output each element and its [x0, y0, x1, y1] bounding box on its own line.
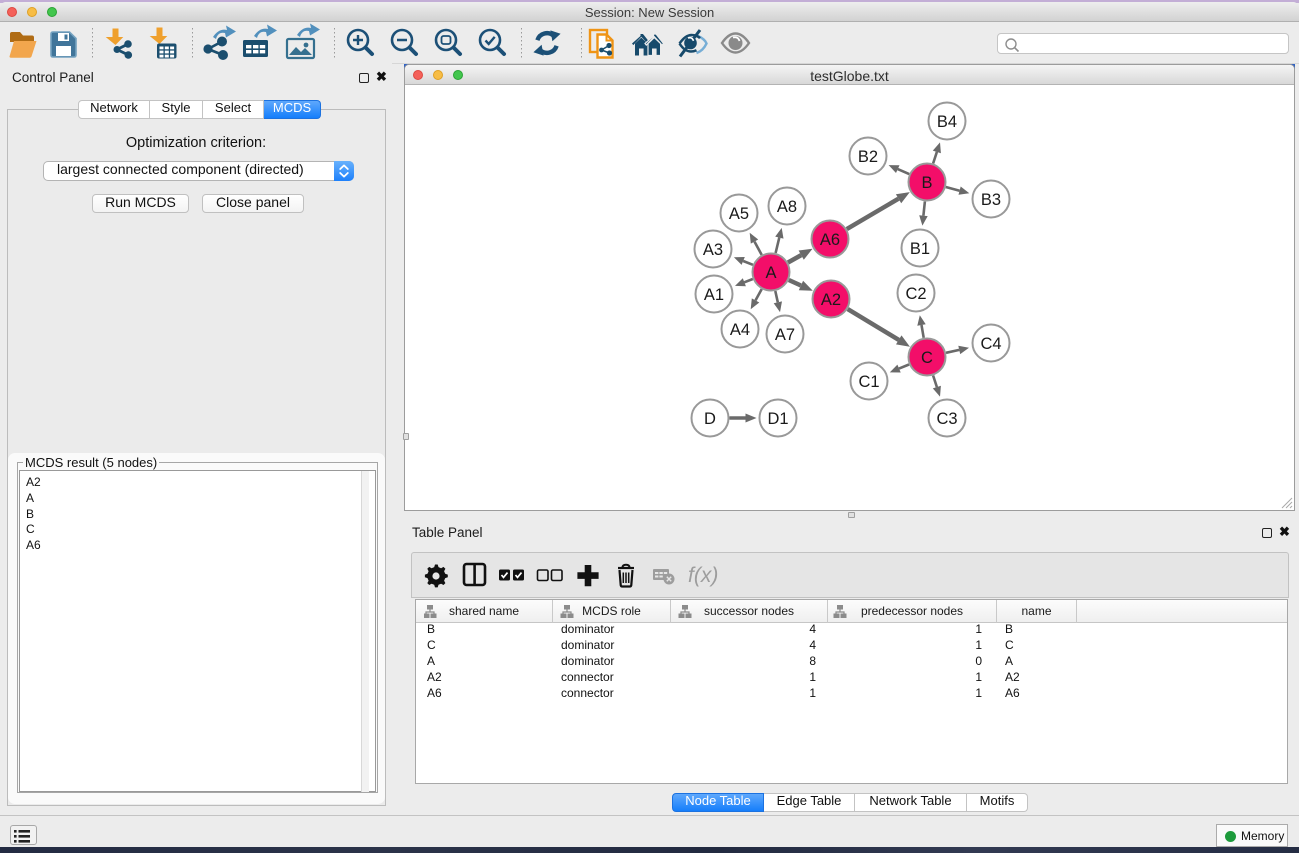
svg-text:C4: C4 [980, 335, 1001, 353]
svg-text:f(x): f(x) [688, 564, 718, 587]
svg-text:A8: A8 [777, 198, 797, 216]
svg-text:C: C [921, 349, 933, 367]
svg-text:A1: A1 [704, 286, 724, 304]
svg-text:D: D [704, 410, 716, 428]
svg-text:B4: B4 [937, 113, 957, 131]
svg-text:A: A [765, 264, 776, 282]
svg-text:C2: C2 [905, 285, 926, 303]
svg-text:D1: D1 [767, 410, 788, 428]
svg-text:B3: B3 [981, 191, 1001, 209]
svg-text:B2: B2 [858, 148, 878, 166]
svg-text:B: B [921, 174, 932, 192]
svg-text:A6: A6 [820, 231, 840, 249]
svg-text:C3: C3 [936, 410, 957, 428]
svg-text:A3: A3 [703, 241, 723, 259]
svg-text:C1: C1 [858, 373, 879, 391]
svg-text:A7: A7 [775, 326, 795, 344]
svg-text:A5: A5 [729, 205, 749, 223]
svg-text:A2: A2 [821, 291, 841, 309]
svg-text:B1: B1 [910, 240, 930, 258]
svg-text:A4: A4 [730, 321, 750, 339]
